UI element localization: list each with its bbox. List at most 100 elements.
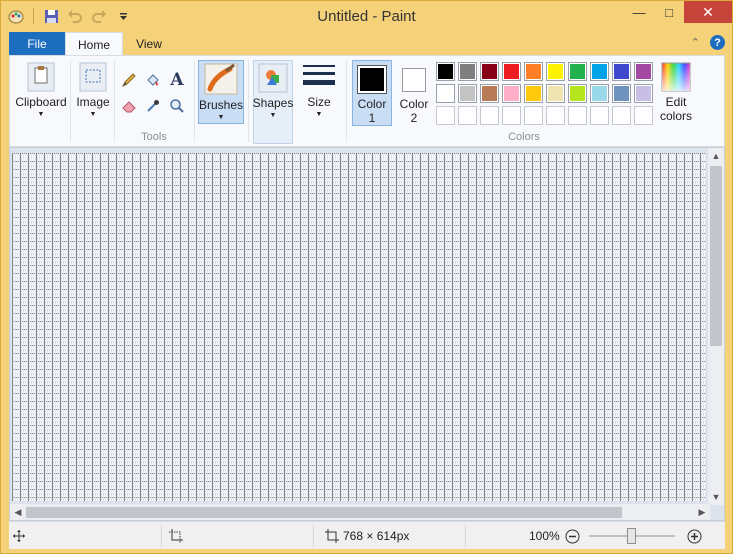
color-swatch[interactable] <box>590 84 609 103</box>
color-swatch[interactable] <box>436 84 455 103</box>
swatch-fill <box>636 64 651 79</box>
color1-button[interactable]: Color 1 <box>352 60 392 126</box>
minimize-button[interactable]: — <box>624 1 654 23</box>
maximize-button[interactable]: □ <box>654 1 684 23</box>
shapes-button[interactable]: Shapes ▼ <box>253 60 293 144</box>
color1-preview <box>357 65 387 94</box>
group-separator <box>70 60 71 142</box>
custom-color-slot[interactable] <box>568 106 587 125</box>
shapes-icon <box>258 63 288 93</box>
image-button[interactable]: Image ▼ <box>74 62 112 118</box>
eraser-icon[interactable] <box>119 96 139 116</box>
tab-file[interactable]: File <box>9 32 65 56</box>
brushes-label: Brushes <box>198 98 244 112</box>
close-button[interactable]: ✕ <box>684 1 732 23</box>
paint-window: Untitled - Paint — □ ✕ File Home View ⌃ … <box>0 0 733 554</box>
scroll-down-icon[interactable]: ▼ <box>708 489 724 505</box>
custom-color-slot[interactable] <box>436 106 455 125</box>
swatch-fill <box>504 86 519 101</box>
color-swatch[interactable] <box>524 84 543 103</box>
swatch-fill <box>592 64 607 79</box>
zoom-in-icon[interactable] <box>687 522 702 550</box>
color1-number: 1 <box>368 111 376 125</box>
text-icon[interactable]: A <box>167 70 187 90</box>
drawing-canvas[interactable] <box>12 153 706 501</box>
custom-color-slot[interactable] <box>612 106 631 125</box>
vertical-scrollbar[interactable]: ▲ ▼ <box>708 148 724 505</box>
ribbon-tabs: File Home View ⌃ ? <box>9 32 725 56</box>
color-swatch[interactable] <box>568 84 587 103</box>
canvas-area: ▲ ▼ ◀ ▶ <box>9 147 725 521</box>
color-swatch[interactable] <box>436 62 455 81</box>
zoom-slider-thumb[interactable] <box>627 528 636 544</box>
window-controls: — □ ✕ <box>624 1 732 23</box>
swatch-fill <box>526 86 541 101</box>
swatch-fill <box>460 86 475 101</box>
clipboard-icon <box>27 62 55 92</box>
scroll-left-icon[interactable]: ◀ <box>10 504 26 520</box>
edit-colors-button[interactable]: Edit colors <box>656 62 696 123</box>
title-bar: Untitled - Paint — □ ✕ <box>1 1 732 32</box>
color-swatch[interactable] <box>480 62 499 81</box>
select-icon <box>79 62 107 92</box>
color-swatch[interactable] <box>568 62 587 81</box>
fill-bucket-icon[interactable] <box>143 70 163 90</box>
color-swatch[interactable] <box>612 84 631 103</box>
color2-number: 2 <box>410 111 418 125</box>
tab-view[interactable]: View <box>125 32 173 56</box>
color-swatch[interactable] <box>546 84 565 103</box>
horizontal-scroll-thumb[interactable] <box>26 507 622 518</box>
tab-home[interactable]: Home <box>65 32 123 56</box>
swatch-fill <box>592 86 607 101</box>
color-swatch[interactable] <box>502 84 521 103</box>
scroll-right-icon[interactable]: ▶ <box>694 504 710 520</box>
color-swatch[interactable] <box>634 62 653 81</box>
color-swatch[interactable] <box>590 62 609 81</box>
custom-color-slot[interactable] <box>524 106 543 125</box>
cursor-position-icon <box>13 522 25 550</box>
custom-color-slot[interactable] <box>634 106 653 125</box>
chevron-down-icon: ▼ <box>217 114 225 121</box>
color-picker-icon[interactable] <box>143 96 163 116</box>
line-size-icon <box>303 65 335 85</box>
swatch-fill <box>614 86 629 101</box>
scroll-up-icon[interactable]: ▲ <box>708 148 724 164</box>
color-swatch[interactable] <box>480 84 499 103</box>
swatch-fill <box>570 86 585 101</box>
custom-color-slot[interactable] <box>480 106 499 125</box>
custom-color-slot[interactable] <box>590 106 609 125</box>
color2-button[interactable]: Color 2 <box>396 64 432 125</box>
zoom-level: 100% <box>529 529 560 543</box>
color1-label: Color <box>357 97 387 111</box>
chevron-down-icon: ▼ <box>269 112 277 119</box>
swatch-fill <box>526 64 541 79</box>
edit-colors-label: Edit <box>665 95 687 109</box>
color-swatch[interactable] <box>634 84 653 103</box>
color-swatch[interactable] <box>502 62 521 81</box>
pencil-icon[interactable] <box>119 70 139 90</box>
swatch-fill <box>482 86 497 101</box>
size-button[interactable]: Size ▼ <box>300 62 338 118</box>
magnifier-icon[interactable] <box>167 96 187 116</box>
clipboard-label: Clipboard <box>15 95 67 109</box>
color-swatch[interactable] <box>524 62 543 81</box>
color-swatch[interactable] <box>458 84 477 103</box>
color-swatch[interactable] <box>612 62 631 81</box>
custom-color-slot[interactable] <box>458 106 477 125</box>
clipboard-button[interactable]: Clipboard ▼ <box>15 62 67 118</box>
color-swatch[interactable] <box>458 62 477 81</box>
custom-color-slot[interactable] <box>502 106 521 125</box>
custom-color-slot[interactable] <box>546 106 565 125</box>
vertical-scroll-thumb[interactable] <box>710 166 722 346</box>
zoom-out-icon[interactable] <box>565 522 580 550</box>
brushes-button[interactable]: Brushes ▼ <box>198 60 244 124</box>
status-bar: 768 × 614px 100% <box>9 521 725 549</box>
swatch-fill <box>614 64 629 79</box>
color-swatch[interactable] <box>546 62 565 81</box>
swatch-fill <box>482 64 497 79</box>
help-icon[interactable]: ? <box>710 35 725 50</box>
collapse-ribbon-icon[interactable]: ⌃ <box>691 36 700 49</box>
zoom-slider[interactable] <box>589 528 675 544</box>
horizontal-scrollbar[interactable]: ◀ ▶ <box>10 504 710 520</box>
edit-colors-label-2: colors <box>659 109 692 123</box>
